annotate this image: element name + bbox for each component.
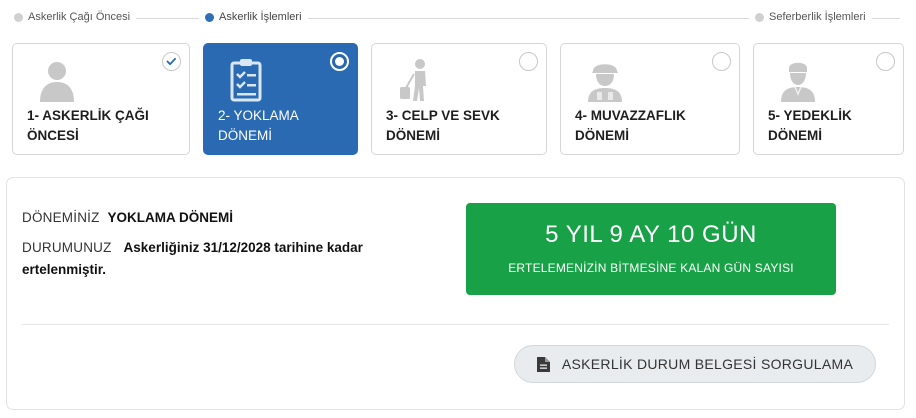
card-label: 4- MUVAZZAFLIK DÖNEMİ [575,106,686,146]
unselected-radio[interactable] [712,52,731,71]
selected-radio[interactable] [330,52,349,71]
soldier-helmet-icon [588,64,622,102]
document-query-button[interactable]: ASKERLİK DURUM BELGESİ SORGULAMA [514,345,876,383]
progress-stepper: Askerlik Çağı Öncesi Askerlik İşlemleri … [0,0,916,36]
document-icon [536,356,550,372]
card-muvazzaflik-donemi[interactable]: 4- MUVAZZAFLIK DÖNEMİ [560,43,740,155]
card-label: 5- YEDEKLİK DÖNEMİ [768,106,852,146]
period-label: DÖNEMİNİZ [22,210,100,225]
step-askerlik-cagi-oncesi[interactable]: Askerlik Çağı Öncesi [8,11,137,23]
unselected-radio[interactable] [876,52,895,71]
clipboard-checklist-icon [230,59,262,102]
step-label: Askerlik İşlemleri [219,11,302,23]
status-value-cont: ertelenmiştir. [22,262,107,277]
countdown-value: 5 YIL 9 AY 10 GÜN [545,221,757,248]
step-label: Seferberlik İşlemleri [769,11,866,23]
check-icon [166,57,176,66]
step-label: Askerlik Çağı Öncesi [28,11,131,23]
card-label: 2- YOKLAMA DÖNEMİ [218,106,299,146]
card-label-line2: ÖNCESİ [27,128,79,143]
status-value: Askerliğiniz 31/12/2028 tarihine kadar [123,240,363,255]
card-label-line1: 1- ASKERLİK ÇAĞI [27,108,149,123]
card-label: 1- ASKERLİK ÇAĞI ÖNCESİ [27,106,149,146]
traveler-luggage-icon [400,59,426,101]
card-label-line2: DÖNEMİ [768,128,822,143]
card-label-line2: DÖNEMİ [386,128,440,143]
period-row: DÖNEMİNİZ YOKLAMA DÖNEMİ [22,207,233,229]
card-label-line2: DÖNEMİ [575,128,629,143]
card-yedeklik-donemi[interactable]: 5- YEDEKLİK DÖNEMİ [753,43,904,155]
card-label-line1: 2- YOKLAMA [218,108,299,123]
step-seferberlik-islemleri[interactable]: Seferberlik İşlemleri [749,11,872,23]
card-label-line2: DÖNEMİ [218,128,272,143]
card-celp-ve-sevk-donemi[interactable]: 3- CELP VE SEVK DÖNEMİ [371,43,547,155]
step-dot [755,12,764,22]
unselected-radio[interactable] [519,52,538,71]
status-row: DURUMUNUZ Askerliğiniz 31/12/2028 tarihin… [22,237,442,281]
card-label-line1: 5- YEDEKLİK [768,108,852,123]
status-label: DURUMUNUZ [22,240,112,255]
status-panel: DÖNEMİNİZ YOKLAMA DÖNEMİ DURUMUNUZ Askerli… [6,177,905,410]
card-askerlik-cagi-oncesi[interactable]: 1- ASKERLİK ÇAĞI ÖNCESİ [12,43,190,155]
divider [22,324,889,325]
check-radio[interactable] [162,52,181,71]
countdown-caption: ERTELEMENİZİN BİTMESİNE KALAN GÜN SAYISI [508,261,794,275]
card-label: 3- CELP VE SEVK DÖNEMİ [386,106,500,146]
step-dot [14,12,23,22]
document-query-label: ASKERLİK DURUM BELGESİ SORGULAMA [561,356,854,372]
card-yoklama-donemi[interactable]: 2- YOKLAMA DÖNEMİ [203,43,358,155]
card-label-line1: 3- CELP VE SEVK [386,108,500,123]
period-value: YOKLAMA DÖNEMİ [107,210,234,225]
countdown-box: 5 YIL 9 AY 10 GÜN ERTELEMENİZİN BİTMESİN… [466,203,836,295]
step-dot-active [205,12,214,22]
step-askerlik-islemleri[interactable]: Askerlik İşlemleri [199,11,308,23]
card-label-line1: 4- MUVAZZAFLIK [575,108,686,123]
reservist-icon [781,62,815,102]
person-icon [40,62,74,102]
